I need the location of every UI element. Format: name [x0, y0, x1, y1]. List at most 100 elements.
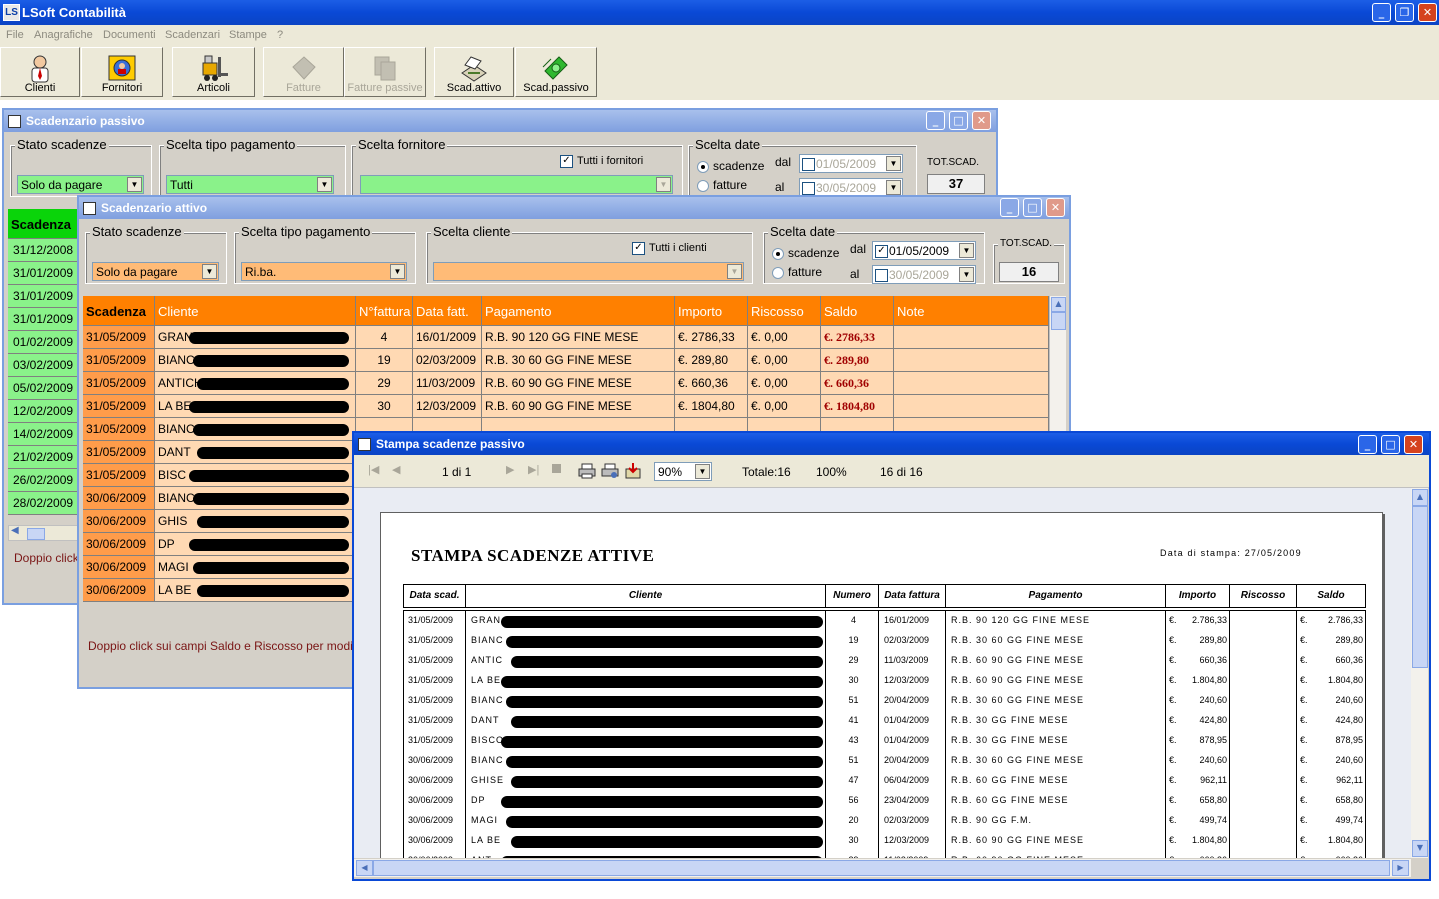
print-setup-icon[interactable]	[601, 463, 619, 479]
last-page-icon[interactable]: ▶|	[528, 463, 539, 476]
attivo-cell-note[interactable]	[894, 395, 1049, 418]
attivo-cell-imp[interactable]: €. 2786,33	[675, 326, 748, 349]
attivo-cell-scad[interactable]: 30/06/2009	[83, 533, 155, 556]
stampa-minimize-button[interactable]: _	[1358, 435, 1377, 454]
attivo-cell-saldo[interactable]: €. 289,80	[821, 349, 894, 372]
attivo-header-col[interactable]: Saldo	[821, 296, 894, 326]
toolbar-button-clienti[interactable]: Clienti	[0, 47, 80, 97]
radio-scadenze[interactable]	[772, 248, 784, 260]
attivo-cell-imp[interactable]: €. 1804,80	[675, 395, 748, 418]
attivo-cell-nf[interactable]: 30	[356, 395, 413, 418]
passivo-h-scrollbar[interactable]: ◀	[8, 525, 80, 541]
attivo-cell-saldo[interactable]: €. 660,36	[821, 372, 894, 395]
zoom-select[interactable]: 90% ▼	[654, 462, 712, 481]
attivo-cell-scad[interactable]: 30/06/2009	[83, 510, 155, 533]
menu-anagrafiche[interactable]: Anagrafiche	[34, 29, 93, 41]
attivo-header-col[interactable]: Note	[894, 296, 1049, 326]
chevron-down-icon[interactable]: ▼	[886, 180, 901, 195]
attivo-cell-scad[interactable]: 31/05/2009	[83, 441, 155, 464]
attivo-cell-scad[interactable]: 31/05/2009	[83, 349, 155, 372]
attivo-cell-nf[interactable]: 4	[356, 326, 413, 349]
chevron-down-icon[interactable]: ▼	[656, 177, 671, 192]
passivo-tipo-select[interactable]: Tutti ▼	[166, 175, 334, 194]
radio-fatture[interactable]	[697, 180, 709, 192]
stampa-maximize-button[interactable]: □	[1381, 435, 1400, 454]
attivo-cell-saldo[interactable]: €. 1804,80	[821, 395, 894, 418]
passivo-header-scadenza[interactable]: Scadenza	[8, 209, 80, 239]
prev-page-icon[interactable]: ◀	[392, 463, 400, 476]
attivo-cell-data[interactable]: 11/03/2009	[413, 372, 482, 395]
passivo-title-bar[interactable]: Scadenzario passivo _ □ ✕	[4, 110, 996, 132]
date-from-checkbox[interactable]	[802, 158, 815, 171]
passivo-row-scadenza[interactable]: 31/01/2009	[8, 285, 78, 308]
chevron-down-icon[interactable]: ▼	[695, 464, 710, 479]
toolbar-button-fornitori[interactable]: Fornitori	[81, 47, 163, 97]
passivo-fornitore-select[interactable]: ▼	[360, 175, 673, 194]
attivo-stato-select[interactable]: Solo da pagare ▼	[92, 262, 219, 281]
chevron-down-icon[interactable]: ▼	[127, 177, 142, 192]
menu-documenti[interactable]: Documenti	[103, 29, 156, 41]
attivo-cell-scad[interactable]: 30/06/2009	[83, 487, 155, 510]
attivo-header-col[interactable]: Cliente	[155, 296, 356, 326]
attivo-cell-imp[interactable]: €. 660,36	[675, 372, 748, 395]
next-page-icon[interactable]: ▶	[506, 463, 514, 476]
chevron-down-icon[interactable]: ▼	[390, 264, 405, 279]
tutti-clienti-checkbox[interactable]: ✓	[632, 242, 645, 255]
attivo-date-from[interactable]: ✓ 01/05/2009 ▼	[872, 241, 976, 260]
attivo-tipo-select[interactable]: Ri.ba. ▼	[241, 262, 407, 281]
attivo-cell-data[interactable]: 02/03/2009	[413, 349, 482, 372]
attivo-cell-risc[interactable]: €. 0,00	[748, 395, 821, 418]
attivo-cell-scad[interactable]: 31/05/2009	[83, 464, 155, 487]
passivo-maximize-button[interactable]: □	[949, 111, 968, 130]
passivo-row-scadenza[interactable]: 12/02/2009	[8, 400, 78, 423]
attivo-header-col[interactable]: Data fatt.	[413, 296, 482, 326]
attivo-cell-note[interactable]	[894, 326, 1049, 349]
attivo-cell-pag[interactable]: R.B. 30 60 GG FINE MESE	[482, 349, 675, 372]
chevron-down-icon[interactable]: ▼	[959, 243, 974, 258]
minimize-button[interactable]: _	[1372, 3, 1391, 22]
menu-scadenzari[interactable]: Scadenzari	[165, 29, 220, 41]
attivo-cell-imp[interactable]: €. 289,80	[675, 349, 748, 372]
print-icon[interactable]	[578, 463, 596, 479]
chevron-left-icon[interactable]: ◀	[11, 525, 19, 536]
attivo-cell-saldo[interactable]: €. 2786,33	[821, 326, 894, 349]
attivo-cell-pag[interactable]: R.B. 90 120 GG FINE MESE	[482, 326, 675, 349]
attivo-cell-scad[interactable]: 30/06/2009	[83, 556, 155, 579]
passivo-row-scadenza[interactable]: 31/01/2009	[8, 308, 78, 331]
attivo-cell-scad[interactable]: 30/06/2009	[83, 579, 155, 602]
attivo-title-bar[interactable]: Scadenzario attivo _ □ ✕	[79, 197, 1069, 219]
attivo-header-col[interactable]: Importo	[675, 296, 748, 326]
chevron-down-icon[interactable]: ▼	[727, 264, 742, 279]
date-from-checkbox[interactable]: ✓	[875, 245, 888, 258]
toolbar-button-articoli[interactable]: Articoli	[172, 47, 255, 97]
passivo-row-scadenza[interactable]: 21/02/2009	[8, 446, 78, 469]
menu-help[interactable]: ?	[277, 29, 283, 41]
stop-icon[interactable]	[552, 464, 561, 473]
app-title-bar[interactable]: LS LSoft Contabilità _ ❐ ✕	[0, 0, 1439, 25]
attivo-minimize-button[interactable]: _	[1000, 198, 1019, 217]
passivo-row-scadenza[interactable]: 14/02/2009	[8, 423, 78, 446]
attivo-cell-scad[interactable]: 31/05/2009	[83, 418, 155, 441]
radio-scadenze[interactable]	[697, 161, 709, 173]
stampa-close-button[interactable]: ✕	[1404, 435, 1423, 454]
menu-stampe[interactable]: Stampe	[229, 29, 267, 41]
menu-file[interactable]: File	[6, 29, 24, 41]
stampa-v-scrollbar[interactable]: ▲ ▼	[1411, 488, 1428, 858]
chevron-down-icon[interactable]: ▼	[202, 264, 217, 279]
chevron-right-icon[interactable]: ▶	[1392, 860, 1409, 876]
passivo-row-scadenza[interactable]: 31/12/2008	[8, 239, 78, 262]
attivo-cliente-select[interactable]: ▼	[433, 262, 744, 281]
attivo-header-col[interactable]: Riscosso	[748, 296, 821, 326]
toolbar-button-scad-attivo[interactable]: Scad.attivo	[434, 47, 514, 97]
chevron-left-icon[interactable]: ◀	[356, 860, 373, 876]
attivo-maximize-button[interactable]: □	[1023, 198, 1042, 217]
radio-fatture[interactable]	[772, 267, 784, 279]
attivo-cell-nf[interactable]: 19	[356, 349, 413, 372]
chevron-up-icon[interactable]: ▲	[1051, 297, 1066, 312]
attivo-cell-scad[interactable]: 31/05/2009	[83, 395, 155, 418]
passivo-row-scadenza[interactable]: 05/02/2009	[8, 377, 78, 400]
attivo-cell-data[interactable]: 16/01/2009	[413, 326, 482, 349]
attivo-cell-risc[interactable]: €. 0,00	[748, 349, 821, 372]
toolbar-button-scad-passivo[interactable]: Scad.passivo	[515, 47, 597, 97]
attivo-header-col[interactable]: Pagamento	[482, 296, 675, 326]
